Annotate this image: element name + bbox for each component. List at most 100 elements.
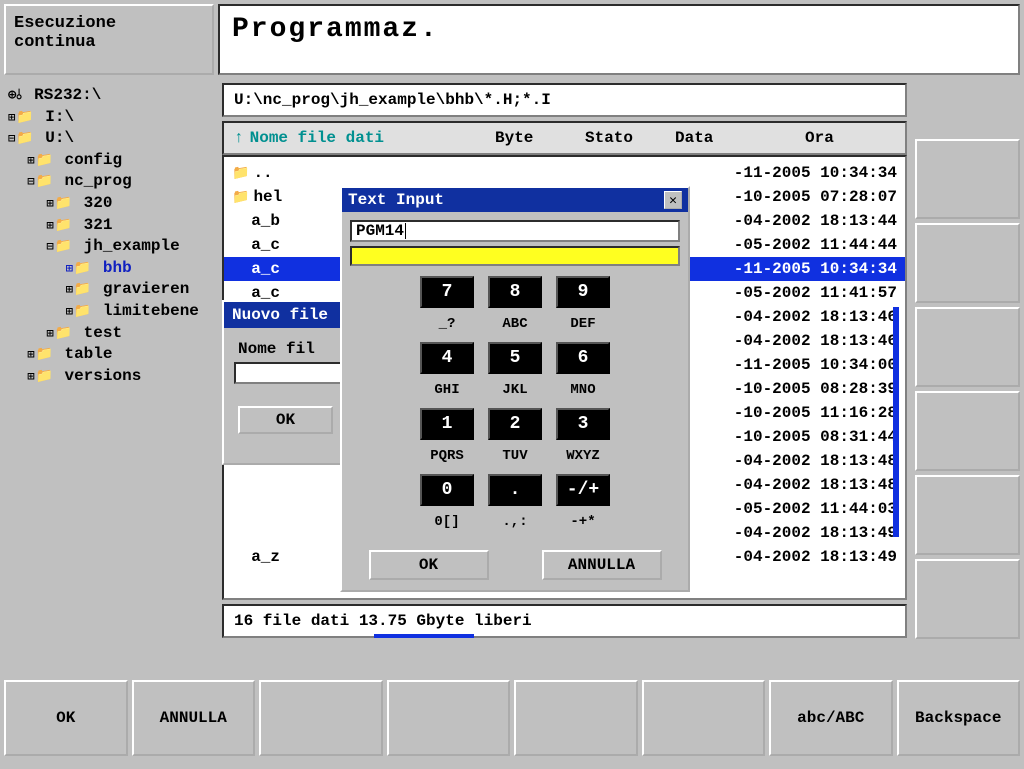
softkey-8[interactable]: Backspace (897, 680, 1021, 756)
file-meta: -10-2005 07:28:07 (734, 188, 897, 206)
side-softkeys (915, 79, 1020, 676)
text-input-title: Text Input (348, 191, 444, 209)
column-header[interactable]: ↑ Nome file dati Byte Stato Data Ora (222, 121, 907, 155)
keypad-key[interactable]: 0 (420, 474, 474, 506)
file-name: .. (253, 164, 373, 182)
side-softkey-6[interactable] (915, 559, 1020, 639)
keypad-key[interactable]: 4 (420, 342, 474, 374)
tree-item[interactable]: I:\ (8, 107, 210, 129)
tree-item[interactable]: test (8, 323, 210, 345)
side-softkey-5[interactable] (915, 475, 1020, 555)
collapse-icon[interactable] (8, 129, 16, 147)
keypad-label: MNO (556, 382, 610, 400)
bottom-softkeys: OKANNULLA abc/ABCBackspace (0, 680, 1024, 760)
softkey-7[interactable]: abc/ABC (769, 680, 893, 756)
keypad-key[interactable]: 3 (556, 408, 610, 440)
scrollbar-thumb[interactable] (893, 307, 899, 537)
keypad-key[interactable]: -/+ (556, 474, 610, 506)
keypad-key[interactable]: 7 (420, 276, 474, 308)
tree-item[interactable]: limitebene (8, 301, 210, 323)
keypad-label: 0[] (420, 514, 474, 532)
file-meta: -10-2005 08:28:39 (734, 380, 897, 398)
keypad-key[interactable]: 8 (488, 276, 542, 308)
folder-icon (74, 302, 93, 320)
folder-icon (16, 129, 35, 147)
file-spacer (232, 500, 251, 518)
side-softkey-2[interactable] (915, 223, 1020, 303)
col-stato[interactable]: Stato (585, 129, 675, 147)
col-byte[interactable]: Byte (495, 129, 585, 147)
folder-icon (16, 108, 35, 126)
side-softkey-3[interactable] (915, 307, 1020, 387)
keypad-key[interactable]: . (488, 474, 542, 506)
text-input-cancel-button[interactable]: ANNULLA (542, 550, 662, 580)
text-input-ok-button[interactable]: OK (369, 550, 489, 580)
keypad-label: JKL (488, 382, 542, 400)
keypad-key[interactable]: 9 (556, 276, 610, 308)
text-input-field[interactable]: PGM14 (350, 220, 680, 242)
tree-item[interactable]: 321 (8, 215, 210, 237)
keypad-key[interactable]: 6 (556, 342, 610, 374)
tree-item[interactable]: jh_example (8, 236, 210, 258)
tree-item[interactable]: config (8, 150, 210, 172)
keypad-label: DEF (556, 316, 610, 334)
expand-icon[interactable] (66, 280, 74, 298)
file-meta: -04-2002 18:13:46 (734, 332, 897, 350)
keypad-label: WXYZ (556, 448, 610, 466)
tree-item[interactable]: RS232:\ (8, 85, 210, 107)
file-spacer (232, 212, 251, 230)
keypad-key[interactable]: 2 (488, 408, 542, 440)
file-meta: -04-2002 18:13:48 (734, 476, 897, 494)
close-icon[interactable]: ✕ (664, 191, 682, 209)
side-softkey-1[interactable] (915, 139, 1020, 219)
tree-item[interactable]: 320 (8, 193, 210, 215)
folder-tree[interactable]: RS232:\ I:\ U:\ config nc_prog 320 321 j… (4, 79, 214, 676)
col-name[interactable]: Nome file dati (250, 129, 384, 147)
file-spacer (232, 548, 251, 566)
keypad-key[interactable]: 5 (488, 342, 542, 374)
folder-icon (35, 367, 54, 385)
mode-indicator: Esecuzione continua (4, 4, 214, 75)
file-row[interactable]: ..-11-2005 10:34:34 (224, 161, 905, 185)
folder-icon (35, 345, 54, 363)
tree-item[interactable]: table (8, 344, 210, 366)
softkey-1[interactable]: OK (4, 680, 128, 756)
expand-icon[interactable] (66, 302, 74, 320)
file-meta: -05-2002 11:44:44 (734, 236, 897, 254)
softkey-4[interactable] (387, 680, 511, 756)
file-meta: -04-2002 18:13:49 (734, 524, 897, 542)
folder-icon (55, 216, 74, 234)
side-softkey-4[interactable] (915, 391, 1020, 471)
file-meta: -04-2002 18:13:48 (734, 452, 897, 470)
keypad-label: -+* (556, 514, 610, 532)
expand-icon[interactable] (8, 108, 16, 126)
col-ora[interactable]: Ora (805, 129, 895, 147)
expand-icon[interactable] (46, 216, 54, 234)
tree-item[interactable]: gravieren (8, 279, 210, 301)
tree-item[interactable]: nc_prog (8, 171, 210, 193)
file-meta: -11-2005 10:34:00 (734, 356, 897, 374)
file-spacer (232, 236, 251, 254)
tree-item[interactable]: bhb (8, 258, 210, 280)
keypad-key[interactable]: 1 (420, 408, 474, 440)
collapse-icon[interactable] (46, 237, 54, 255)
expand-icon[interactable] (46, 324, 54, 342)
softkey-3[interactable] (259, 680, 383, 756)
softkey-6[interactable] (642, 680, 766, 756)
new-file-ok-button[interactable]: OK (238, 406, 333, 434)
softkey-2[interactable]: ANNULLA (132, 680, 256, 756)
tree-item[interactable]: versions (8, 366, 210, 388)
softkey-5[interactable] (514, 680, 638, 756)
tree-item[interactable]: U:\ (8, 128, 210, 150)
file-spacer (232, 260, 251, 278)
folder-icon (232, 188, 253, 206)
folder-icon (74, 259, 93, 277)
file-meta: -11-2005 10:34:34 (734, 260, 897, 278)
expand-icon[interactable] (46, 194, 54, 212)
expand-icon[interactable] (66, 259, 74, 277)
col-data[interactable]: Data (675, 129, 805, 147)
folder-icon (55, 194, 74, 212)
keypad-label: _? (420, 316, 474, 334)
sort-arrow-icon: ↑ (234, 129, 244, 147)
rs232-icon (8, 86, 25, 104)
